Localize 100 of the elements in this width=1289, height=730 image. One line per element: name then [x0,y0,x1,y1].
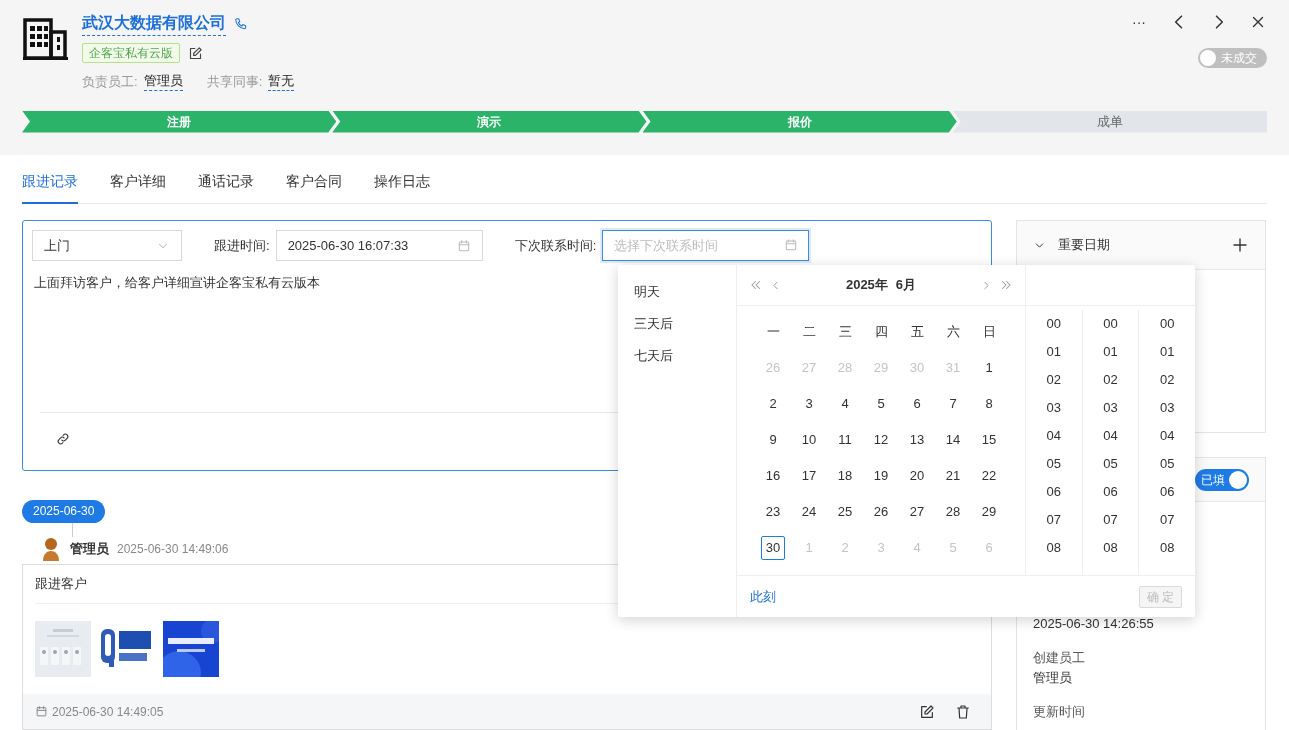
time-option[interactable]: 07 [1103,506,1118,534]
calendar-icon [35,705,48,718]
weekday-label: 五 [909,323,925,342]
follow-time-label: 跟进时间: [214,236,270,255]
time-option[interactable]: 03 [1046,394,1062,422]
stage-step: 成单 [952,110,1267,133]
calendar-day[interactable]: 28 [941,500,965,524]
time-option[interactable]: 03 [1103,394,1118,422]
time-option[interactable]: 05 [1103,450,1118,478]
tab[interactable]: 通话记录 [198,172,254,204]
field-label: 更新时间 [1033,703,1086,721]
tab[interactable]: 客户合同 [286,172,342,204]
plus-icon[interactable] [1231,236,1249,254]
time-option[interactable]: 04 [1103,422,1118,450]
time-option[interactable]: 01 [1046,338,1062,366]
avatar [40,537,62,561]
weekday-label: 六 [945,323,961,342]
time-option[interactable]: 05 [1046,450,1062,478]
tab[interactable]: 操作日志 [374,172,430,204]
calendar-day[interactable]: 13 [905,428,929,452]
record-time: 2025-06-30 14:49:06 [117,541,229,558]
time-option[interactable]: 06 [1103,478,1118,506]
user-name: 管理员 [70,540,109,559]
calendar-day[interactable]: 25 [833,500,857,524]
calendar-day[interactable]: 17 [797,464,821,488]
tab[interactable]: 跟进记录 [22,172,78,204]
now-link[interactable]: 此刻 [750,586,776,607]
time-option[interactable]: 07 [1159,506,1175,534]
filled-toggle[interactable]: 已填 [1195,468,1249,491]
calendar-day[interactable]: 23 [761,500,785,524]
calendar-day[interactable]: 12 [869,428,893,452]
year-label[interactable]: 2025年 [845,275,888,295]
company-name[interactable]: 武汉大数据有限公司 [82,12,226,36]
preset-option[interactable]: 三天后 [634,308,720,340]
next-time-label: 下次联系时间: [514,236,597,255]
time-option[interactable]: 00 [1046,310,1062,338]
weekday-label: 一 [765,323,781,342]
edition-tag: 企客宝私有云版 [82,43,180,63]
calendar-day[interactable]: 10 [797,428,821,452]
field-value: 2025-06-30 14:26:55 [1033,615,1155,633]
calendar-day[interactable]: 3 [797,392,821,416]
time-option[interactable]: 06 [1159,478,1175,506]
time-option[interactable]: 02 [1159,366,1175,394]
follow-time-field[interactable]: 2025-06-30 16:07:33 [275,230,483,261]
phone-icon[interactable] [234,17,248,31]
time-option[interactable]: 03 [1159,394,1175,422]
link-icon[interactable] [56,432,70,446]
calendar-day[interactable]: 18 [833,464,857,488]
time-option[interactable]: 07 [1046,506,1062,534]
time-option[interactable]: 02 [1103,366,1118,394]
time-option[interactable]: 00 [1159,310,1175,338]
time-option[interactable]: 08 [1159,534,1175,562]
edit-icon[interactable] [188,45,203,61]
preset-option[interactable]: 明天 [634,276,720,308]
calendar-day[interactable]: 6 [905,392,929,416]
delete-icon[interactable] [955,703,971,720]
calendar-day[interactable]: 15 [977,428,1001,452]
calendar-day[interactable]: 4 [833,392,857,416]
calendar-day[interactable]: 21 [941,464,965,488]
preset-option[interactable]: 七天后 [634,340,720,372]
share-value[interactable]: 暂无 [268,72,295,92]
time-option[interactable]: 04 [1159,422,1175,450]
more-button[interactable]: ··· [1129,12,1149,32]
time-option[interactable]: 01 [1159,338,1175,366]
calendar-day[interactable]: 29 [977,500,1001,524]
calendar-day[interactable]: 20 [905,464,929,488]
calendar-day[interactable]: 5 [869,392,893,416]
share-label: 共享同事: [206,73,263,91]
time-option[interactable]: 01 [1103,338,1118,366]
time-option[interactable]: 00 [1103,310,1118,338]
owner-value[interactable]: 管理员 [143,72,183,92]
tab[interactable]: 客户详细 [110,172,166,204]
calendar-day[interactable]: 8 [977,392,1001,416]
calendar-day[interactable]: 22 [977,464,1001,488]
weekday-label: 四 [873,323,889,342]
weekday-label: 日 [981,323,997,342]
calendar-day[interactable]: 19 [869,464,893,488]
edit-icon[interactable] [919,703,935,720]
calendar-day[interactable]: 2 [761,392,785,416]
calendar-day[interactable]: 30 [761,536,785,560]
time-option[interactable]: 08 [1046,534,1062,562]
next-time-field[interactable]: 选择下次联系时间 [602,230,810,261]
stage-step: 报价 [642,110,957,133]
time-option[interactable]: 06 [1046,478,1062,506]
calendar-day[interactable]: 26 [869,500,893,524]
time-option[interactable]: 04 [1046,422,1062,450]
time-option[interactable]: 05 [1159,450,1175,478]
time-option[interactable]: 08 [1103,534,1118,562]
type-select[interactable]: 上门 [32,230,182,261]
calendar-day[interactable]: 1 [977,356,1001,380]
owner-label: 负责员工: [82,73,138,91]
calendar-day[interactable]: 11 [833,428,857,452]
calendar-day[interactable]: 16 [761,464,785,488]
calendar-day[interactable]: 27 [905,500,929,524]
calendar-day[interactable]: 7 [941,392,965,416]
calendar-day[interactable]: 24 [797,500,821,524]
calendar-day[interactable]: 9 [761,428,785,452]
time-option[interactable]: 02 [1046,366,1062,394]
calendar-day[interactable]: 14 [941,428,965,452]
month-label[interactable]: 6月 [895,275,917,295]
